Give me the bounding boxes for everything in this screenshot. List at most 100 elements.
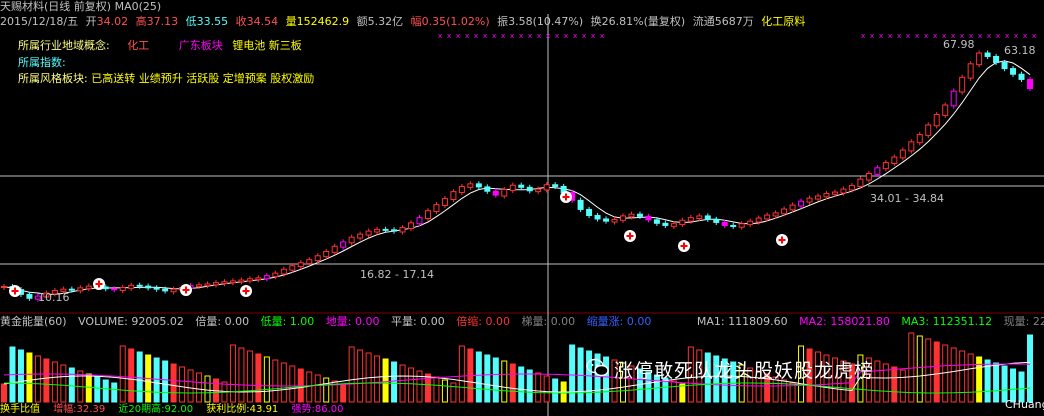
- x-marker: x: [537, 32, 541, 40]
- candle-body: [577, 199, 584, 210]
- region-value-chemical[interactable]: 化工: [127, 39, 149, 52]
- candle-body: [721, 221, 728, 226]
- x-marker: x: [1014, 32, 1018, 40]
- region-value-guangdong[interactable]: 广东板块: [179, 39, 223, 52]
- close-group: 收34.54: [236, 15, 279, 28]
- candle-body: [594, 215, 601, 220]
- volume-bar: [136, 351, 143, 403]
- annotation-range2: 16.82 - 17.14: [360, 268, 434, 281]
- candle-body: [391, 229, 398, 232]
- style-line: 所属风格板块: 已高送转 业绩预升 活跃股 定增预案 股权激励: [18, 71, 314, 86]
- annotation-range1: 34.01 - 34.84: [870, 192, 944, 205]
- candle-body: [128, 284, 135, 289]
- candle-body: [738, 223, 745, 228]
- volume-bar: [1, 383, 7, 403]
- volume-bar: [204, 375, 211, 403]
- candle-body: [365, 230, 372, 236]
- index-label: 所属指数:: [18, 56, 66, 69]
- candle-body: [543, 184, 550, 191]
- volume-bar: [874, 360, 881, 403]
- site-logo: CHuang.cn: [1005, 398, 1044, 411]
- candle-body: [492, 190, 499, 196]
- change-group: 幅0.35(1.02%): [411, 15, 490, 28]
- candle-body: [145, 285, 152, 289]
- candle-body: [441, 198, 448, 207]
- x-marker: x: [996, 32, 1000, 40]
- candle-body: [1027, 78, 1033, 90]
- volume-bar: [458, 345, 465, 403]
- candle-body: [221, 281, 228, 285]
- style-value[interactable]: 已高送转 业绩预升 活跃股 定增预案 股权激励: [91, 72, 314, 85]
- amount-group: 额5.32亿: [357, 15, 404, 28]
- vol-ping: 平量: 0.00: [391, 315, 445, 328]
- candle-body: [263, 275, 270, 280]
- candle-body: [119, 286, 126, 291]
- candle-body: [229, 280, 236, 284]
- volume-bar: [162, 360, 169, 403]
- vol-di2-value: 0.00: [355, 315, 380, 328]
- candle-body: [374, 228, 381, 233]
- candle-body: [424, 210, 431, 220]
- candle-body: [1001, 62, 1008, 70]
- x-marker: x: [555, 32, 559, 40]
- volume-bar: [492, 357, 499, 403]
- x-marker: x: [438, 32, 442, 40]
- candle-body: [687, 217, 694, 222]
- vol-lian-value: 0.00: [626, 315, 652, 328]
- candle-body: [408, 222, 415, 230]
- high-group: 高37.13: [136, 15, 179, 28]
- indicator-name[interactable]: 黄金能量(60): [0, 315, 67, 328]
- candle-body: [272, 272, 279, 278]
- volume-bar: [475, 351, 482, 403]
- vol-di-label: 低量:: [260, 315, 287, 328]
- volume-bar: [323, 377, 330, 403]
- low-label: 低: [185, 15, 197, 28]
- candle-body: [755, 217, 762, 223]
- region-value-lithium[interactable]: 锂电池 新三板: [232, 39, 302, 52]
- volume-bar: [518, 366, 525, 403]
- volume-indicator-header: 黄金能量(60) VOLUME: 92005.02 倍量: 0.00 低量: 1…: [0, 314, 1044, 329]
- candle-body: [823, 192, 830, 198]
- candle-body: [280, 268, 287, 275]
- candle-body: [509, 184, 516, 191]
- candle-body: [772, 212, 779, 217]
- volume-bar: [17, 349, 24, 403]
- vol-di-value: 1.00: [289, 315, 315, 328]
- bottom-label-1: 换手比值: [0, 404, 40, 415]
- turnover-group: 换26.81%(量复权): [591, 15, 686, 28]
- x-marker: x: [861, 32, 865, 40]
- candle-body: [552, 184, 559, 187]
- bottom-label-2: 增幅:32.39: [53, 404, 106, 415]
- volume-bar: [170, 363, 177, 403]
- industry-value: 化工原料: [761, 15, 806, 28]
- candle-body: [535, 188, 542, 193]
- vol-bei-label: 倍量:: [195, 315, 222, 328]
- candle-body: [704, 215, 711, 220]
- x-marker: x: [591, 32, 595, 40]
- candle-body: [68, 288, 75, 291]
- candle-body: [916, 133, 923, 144]
- volume-bar: [916, 335, 923, 403]
- candle-body: [450, 191, 457, 200]
- volume-bar: [94, 376, 101, 403]
- candle-body: [26, 293, 33, 299]
- candle-body: [653, 219, 660, 224]
- candle-body: [331, 245, 338, 253]
- volume-bar: [196, 372, 203, 403]
- candle-body: [518, 184, 525, 188]
- volume-bar: [552, 378, 559, 403]
- wechat-icon: [586, 358, 609, 377]
- volume-bar: [1001, 365, 1008, 403]
- x-marker: x: [564, 32, 568, 40]
- quote-info-bar: 2015/12/18/五 开34.02 高37.13 低33.55 收34.54…: [0, 14, 809, 29]
- volume-bar: [43, 358, 50, 403]
- volume-bar: [102, 379, 109, 403]
- x-marker: x: [510, 32, 514, 40]
- volume-bar: [416, 370, 423, 403]
- window-title: 天赐材料(日线 前复权) MA0(25): [0, 0, 165, 14]
- vol-suo: 倍缩: 0.00: [456, 315, 510, 328]
- candle-body: [399, 227, 406, 233]
- candle-body: [162, 288, 169, 292]
- x-marker: x: [915, 32, 919, 40]
- candle-body: [611, 218, 618, 223]
